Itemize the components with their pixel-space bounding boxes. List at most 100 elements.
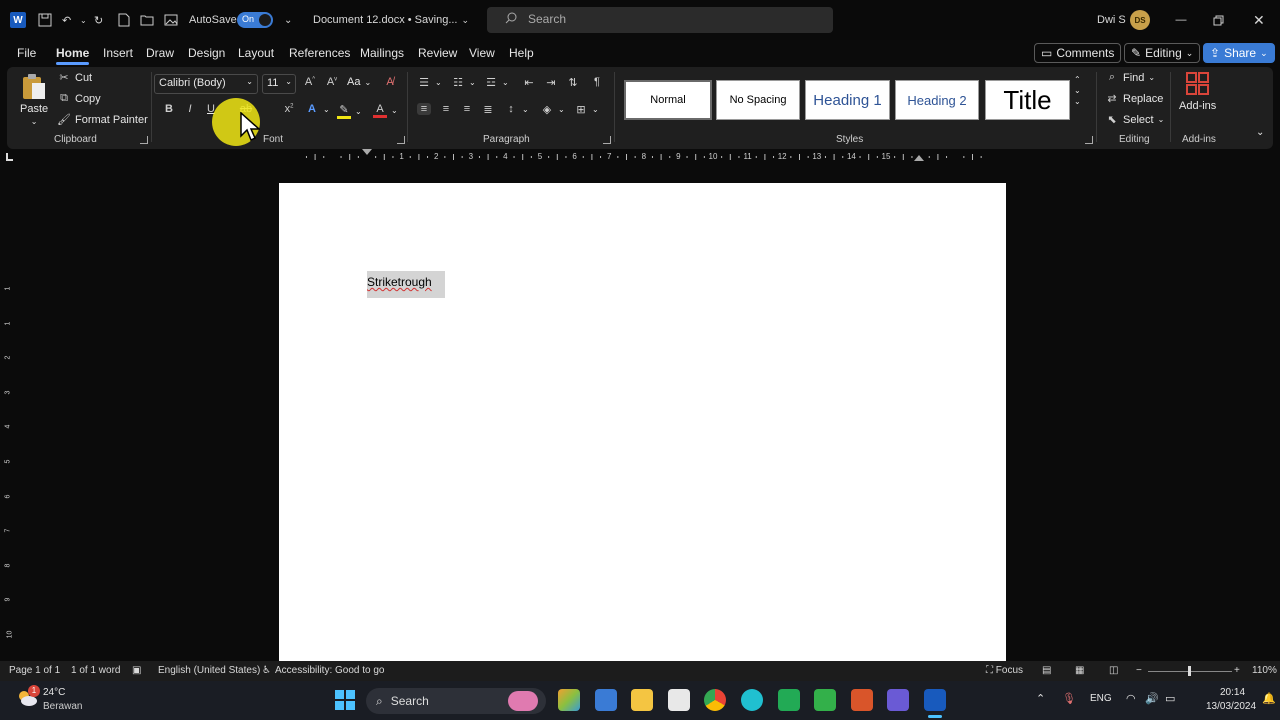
justify-button[interactable]: ≣ — [481, 103, 495, 116]
focus-button[interactable]: ⛶ Focus — [986, 665, 1023, 676]
zoom-in-icon[interactable]: + — [1234, 665, 1240, 676]
tab-home[interactable]: Home — [56, 46, 90, 65]
shading-button[interactable]: ◈ ⌄ — [540, 103, 565, 116]
document-page[interactable]: Striketrough — [279, 183, 1006, 663]
style-no-spacing[interactable]: No Spacing — [716, 80, 800, 120]
vpn-icon[interactable] — [778, 689, 800, 711]
zoom-out-icon[interactable]: − — [1136, 665, 1142, 676]
avatar[interactable]: DS — [1130, 10, 1150, 30]
tab-file[interactable]: File — [17, 46, 36, 60]
paragraph-launcher-icon[interactable] — [603, 136, 611, 144]
font-launcher-icon[interactable] — [397, 136, 405, 144]
clock-time[interactable]: 20:14 — [1220, 687, 1245, 698]
notepad-icon[interactable] — [595, 689, 617, 711]
style-heading-1[interactable]: Heading 1 — [805, 80, 890, 120]
new-document-icon[interactable] — [118, 10, 130, 30]
open-folder-icon[interactable] — [140, 10, 154, 30]
bold-button[interactable]: B — [162, 103, 176, 115]
proofing-icon[interactable]: ▣ — [132, 665, 141, 676]
volume-icon[interactable]: 🔊 — [1145, 692, 1159, 705]
taskbar-search[interactable]: ⌕ Search — [366, 688, 546, 714]
change-case-button[interactable]: Aa ⌄ — [347, 76, 371, 88]
language[interactable]: English (United States) — [158, 665, 260, 676]
windows-start-icon[interactable] — [334, 689, 356, 711]
customize-toolbar-icon[interactable]: ⌄ — [284, 10, 292, 30]
style-heading-2[interactable]: Heading 2 — [895, 80, 979, 120]
clear-formatting-button[interactable]: A̸ — [383, 76, 397, 88]
user-name[interactable]: Dwi S — [1097, 10, 1126, 30]
search-box[interactable]: Search — [487, 7, 833, 33]
powerpoint-recorder-icon[interactable] — [851, 689, 873, 711]
font-name-select[interactable]: Calibri (Body) ⌄ — [154, 74, 258, 94]
undo-icon[interactable]: ↶ — [62, 10, 71, 30]
undo-dropdown-icon[interactable]: ⌄ — [80, 10, 87, 30]
tab-draw[interactable]: Draw — [146, 46, 174, 60]
selected-text[interactable]: Striketrough — [367, 271, 445, 298]
format-painter-button[interactable]: 🖌 Format Painter — [57, 113, 148, 127]
share-button[interactable]: ⇪ Share ⌄ — [1203, 43, 1275, 63]
line-spacing-button[interactable]: ↕ ⌄ — [504, 103, 528, 115]
styles-launcher-icon[interactable] — [1085, 136, 1093, 144]
wifi-icon[interactable]: ◠ — [1126, 692, 1136, 705]
battery-icon[interactable]: ▭ — [1165, 692, 1175, 705]
tab-mailings[interactable]: Mailings — [360, 46, 404, 60]
tab-design[interactable]: Design — [188, 46, 225, 60]
word-count[interactable]: 1 of 1 word — [71, 665, 120, 676]
autosave-toggle[interactable]: On — [237, 10, 273, 30]
replace-button[interactable]: ⇄ Replace — [1105, 92, 1163, 106]
camtasia-icon[interactable] — [814, 689, 836, 711]
capcut-icon[interactable] — [668, 689, 690, 711]
web-layout-icon[interactable]: ◫ — [1109, 665, 1118, 676]
editing-mode-button[interactable]: ✎ Editing ⌄ — [1124, 43, 1201, 63]
tab-insert[interactable]: Insert — [103, 46, 133, 60]
find-button[interactable]: ⌕ Find ⌄ — [1105, 71, 1155, 84]
tab-layout[interactable]: Layout — [238, 46, 274, 60]
highlight-color-button[interactable]: ✎ ⌄ — [337, 103, 362, 119]
clock-date[interactable]: 13/03/2024 — [1206, 701, 1256, 712]
style-normal[interactable]: Normal — [624, 80, 712, 120]
font-color-button[interactable]: A ⌄ — [373, 103, 398, 118]
tab-review[interactable]: Review — [418, 46, 457, 60]
image-icon[interactable] — [164, 10, 178, 30]
superscript-button[interactable]: x2 — [282, 103, 296, 115]
weather-desc[interactable]: Berawan — [43, 701, 82, 712]
tab-view[interactable]: View — [469, 46, 495, 60]
accessibility-status[interactable]: Accessibility: Good to go — [275, 665, 385, 676]
align-center-button[interactable]: ≡ — [439, 103, 453, 115]
notification-bell-icon[interactable]: 🔔 — [1262, 692, 1276, 705]
style-title[interactable]: Title — [985, 80, 1070, 120]
zoom-slider[interactable] — [1148, 666, 1232, 676]
cut-button[interactable]: ✂ Cut — [57, 71, 92, 85]
close-icon[interactable]: ✕ — [1253, 10, 1265, 30]
file-explorer-icon[interactable] — [631, 689, 653, 711]
weather-temp[interactable]: 24°C — [43, 687, 65, 698]
tab-help[interactable]: Help — [509, 46, 534, 60]
document-title[interactable]: Document 12.docx • Saving... ⌄ — [313, 10, 469, 30]
print-layout-icon[interactable]: ▦ — [1075, 665, 1084, 676]
redo-icon[interactable]: ↻ — [94, 10, 103, 30]
chrome-icon[interactable] — [704, 689, 726, 711]
zoom-slider-thumb[interactable] — [1188, 666, 1191, 676]
italic-button[interactable]: I — [183, 103, 197, 115]
add-ins-button[interactable]: Add-ins — [1179, 72, 1216, 112]
align-right-button[interactable]: ≡ — [460, 103, 474, 115]
grow-font-button[interactable]: A^ — [303, 76, 317, 88]
increase-indent-button[interactable]: ⇥ — [544, 76, 558, 89]
align-left-button[interactable]: ≡ — [417, 103, 431, 115]
restore-icon[interactable] — [1213, 10, 1224, 30]
collapse-ribbon-icon[interactable]: ⌄ — [1256, 127, 1264, 138]
minimize-icon[interactable]: — — [1174, 10, 1188, 30]
shrink-font-button[interactable]: Av — [325, 76, 339, 88]
decrease-indent-button[interactable]: ⇤ — [522, 76, 536, 89]
borders-button[interactable]: ⊞ ⌄ — [574, 103, 598, 116]
show-formatting-button[interactable]: ¶ — [590, 76, 604, 88]
text-effects-button[interactable]: A ⌄ — [305, 103, 330, 115]
paste-button[interactable]: Paste ⌄ — [20, 73, 48, 126]
app-icon[interactable] — [887, 689, 909, 711]
page-count[interactable]: Page 1 of 1 — [9, 665, 60, 676]
word-taskbar-icon[interactable] — [924, 689, 946, 711]
vertical-ruler[interactable]: 11234567891011 — [4, 185, 16, 673]
tab-references[interactable]: References — [289, 46, 350, 60]
select-button[interactable]: ⬉ Select ⌄ — [1105, 113, 1164, 127]
zoom-level[interactable]: 110% — [1252, 665, 1277, 676]
